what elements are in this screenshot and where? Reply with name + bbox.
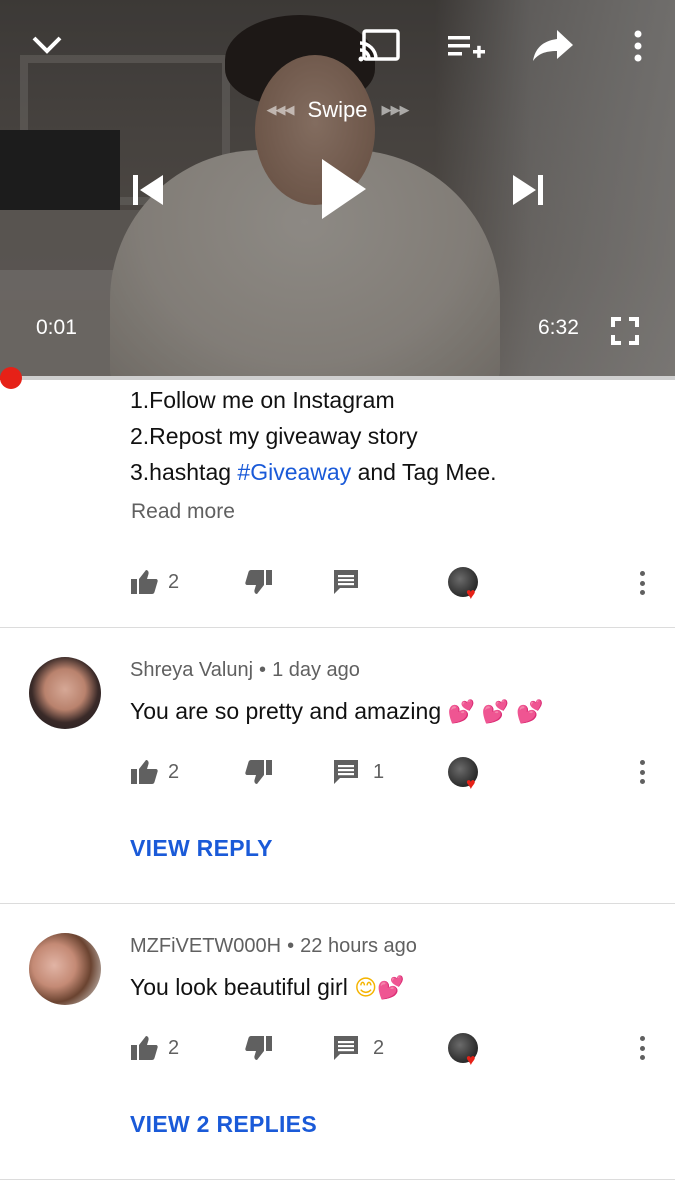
reply-button[interactable]: 2 [333, 1028, 384, 1068]
like-count: 2 [168, 760, 180, 783]
thumbs-down-icon [245, 760, 272, 784]
heart-icon: ♥ [466, 586, 476, 603]
reply-button[interactable] [333, 562, 359, 602]
thumbs-up-icon [131, 1036, 158, 1060]
comment-meta: MZFiVETW000H • 22 hours ago [130, 935, 417, 958]
comment-text: You are so pretty and amazing 💕 💕 💕 [130, 698, 544, 725]
swipe-label: Swipe [307, 97, 368, 122]
more-options-icon[interactable] [628, 28, 648, 64]
thumbs-down-icon [245, 1036, 272, 1060]
description-text: and Tag Mee. [351, 459, 497, 485]
comment-meta: Shreya Valunj • 1 day ago [130, 659, 360, 682]
heart-icon: ♥ [466, 1052, 476, 1069]
two-hearts-emoji: 💕 [377, 976, 405, 1001]
previous-track-icon[interactable] [128, 170, 168, 210]
comment-author[interactable]: MZFiVETW000H [130, 935, 281, 957]
thumbs-up-icon [131, 760, 158, 784]
thumbs-down-icon [245, 570, 272, 594]
comment-body: You are so pretty and amazing [130, 698, 442, 724]
comment-action-bar: 2 2 ♥ [0, 1028, 675, 1069]
fullscreen-icon[interactable] [610, 316, 640, 346]
dislike-button[interactable] [245, 562, 273, 602]
comment-body: You look beautiful girl [130, 974, 348, 1000]
more-options-icon[interactable] [639, 760, 645, 784]
like-button[interactable]: 2 [130, 752, 179, 792]
cast-icon[interactable] [356, 28, 402, 64]
progress-track[interactable] [0, 376, 675, 380]
add-to-playlist-icon[interactable] [443, 30, 489, 64]
more-options-icon[interactable] [639, 1036, 645, 1060]
dislike-button[interactable] [245, 1028, 273, 1068]
comment-icon [334, 1036, 358, 1060]
comment-action-bar: 2 1 ♥ [0, 752, 675, 793]
description-text: 3.hashtag [130, 459, 238, 485]
minimize-chevron-down-icon[interactable] [26, 28, 68, 62]
description-line: 1.Follow me on Instagram [130, 387, 395, 413]
separator-dot: • [287, 935, 295, 957]
view-replies-button[interactable]: VIEW REPLY [130, 835, 273, 862]
like-count: 2 [168, 570, 180, 593]
description-line: 2.Repost my giveaway story [130, 423, 418, 449]
comment-age: 22 hours ago [300, 935, 417, 957]
smiling-face-emoji: 😊 [354, 976, 378, 1001]
swipe-left-arrows-icon: ◀◀◀ [266, 102, 295, 117]
progress-scrubber-handle[interactable] [0, 367, 22, 389]
comment-icon [334, 760, 358, 784]
like-button[interactable]: 2 [130, 1028, 179, 1068]
divider [0, 1179, 675, 1180]
next-track-icon[interactable] [508, 170, 548, 210]
video-description: 1.Follow me on Instagram 2.Repost my giv… [130, 382, 650, 490]
swipe-hint: ◀◀◀ Swipe ▶▶▶ [245, 96, 430, 124]
view-replies-button[interactable]: VIEW 2 REPLIES [130, 1111, 317, 1138]
dislike-button[interactable] [245, 752, 273, 792]
description-action-bar: 2 ♥ [0, 562, 675, 603]
more-options-icon[interactable] [639, 571, 645, 595]
comment-text: You look beautiful girl 😊💕 [130, 974, 405, 1001]
heart-icon: ♥ [466, 776, 476, 793]
read-more-link[interactable]: Read more [131, 500, 235, 524]
reply-count: 1 [373, 760, 385, 783]
comment-icon [334, 570, 358, 594]
avatar[interactable] [29, 657, 101, 729]
separator-dot: • [259, 659, 267, 681]
divider [0, 627, 675, 628]
current-time: 0:01 [36, 316, 77, 339]
two-hearts-emoji: 💕 💕 💕 [447, 700, 544, 725]
swipe-right-arrows-icon: ▶▶▶ [381, 102, 409, 117]
reply-button[interactable]: 1 [333, 752, 384, 792]
like-button[interactable]: 2 [130, 562, 179, 602]
share-icon[interactable] [530, 26, 576, 64]
comment-age: 1 day ago [272, 659, 360, 681]
hashtag-link[interactable]: #Giveaway [237, 459, 351, 485]
comment-author[interactable]: Shreya Valunj [130, 659, 253, 681]
like-count: 2 [168, 1036, 180, 1059]
description-line: 3.hashtag #Giveaway and Tag Mee. [130, 454, 650, 490]
video-duration: 6:32 [538, 316, 579, 339]
thumbs-up-icon [131, 570, 158, 594]
video-player[interactable]: ◀◀◀ Swipe ▶▶▶ 0:01 6:32 [0, 0, 675, 378]
reply-count: 2 [373, 1036, 385, 1059]
divider [0, 903, 675, 904]
avatar[interactable] [29, 933, 101, 1005]
play-icon[interactable] [315, 155, 371, 223]
